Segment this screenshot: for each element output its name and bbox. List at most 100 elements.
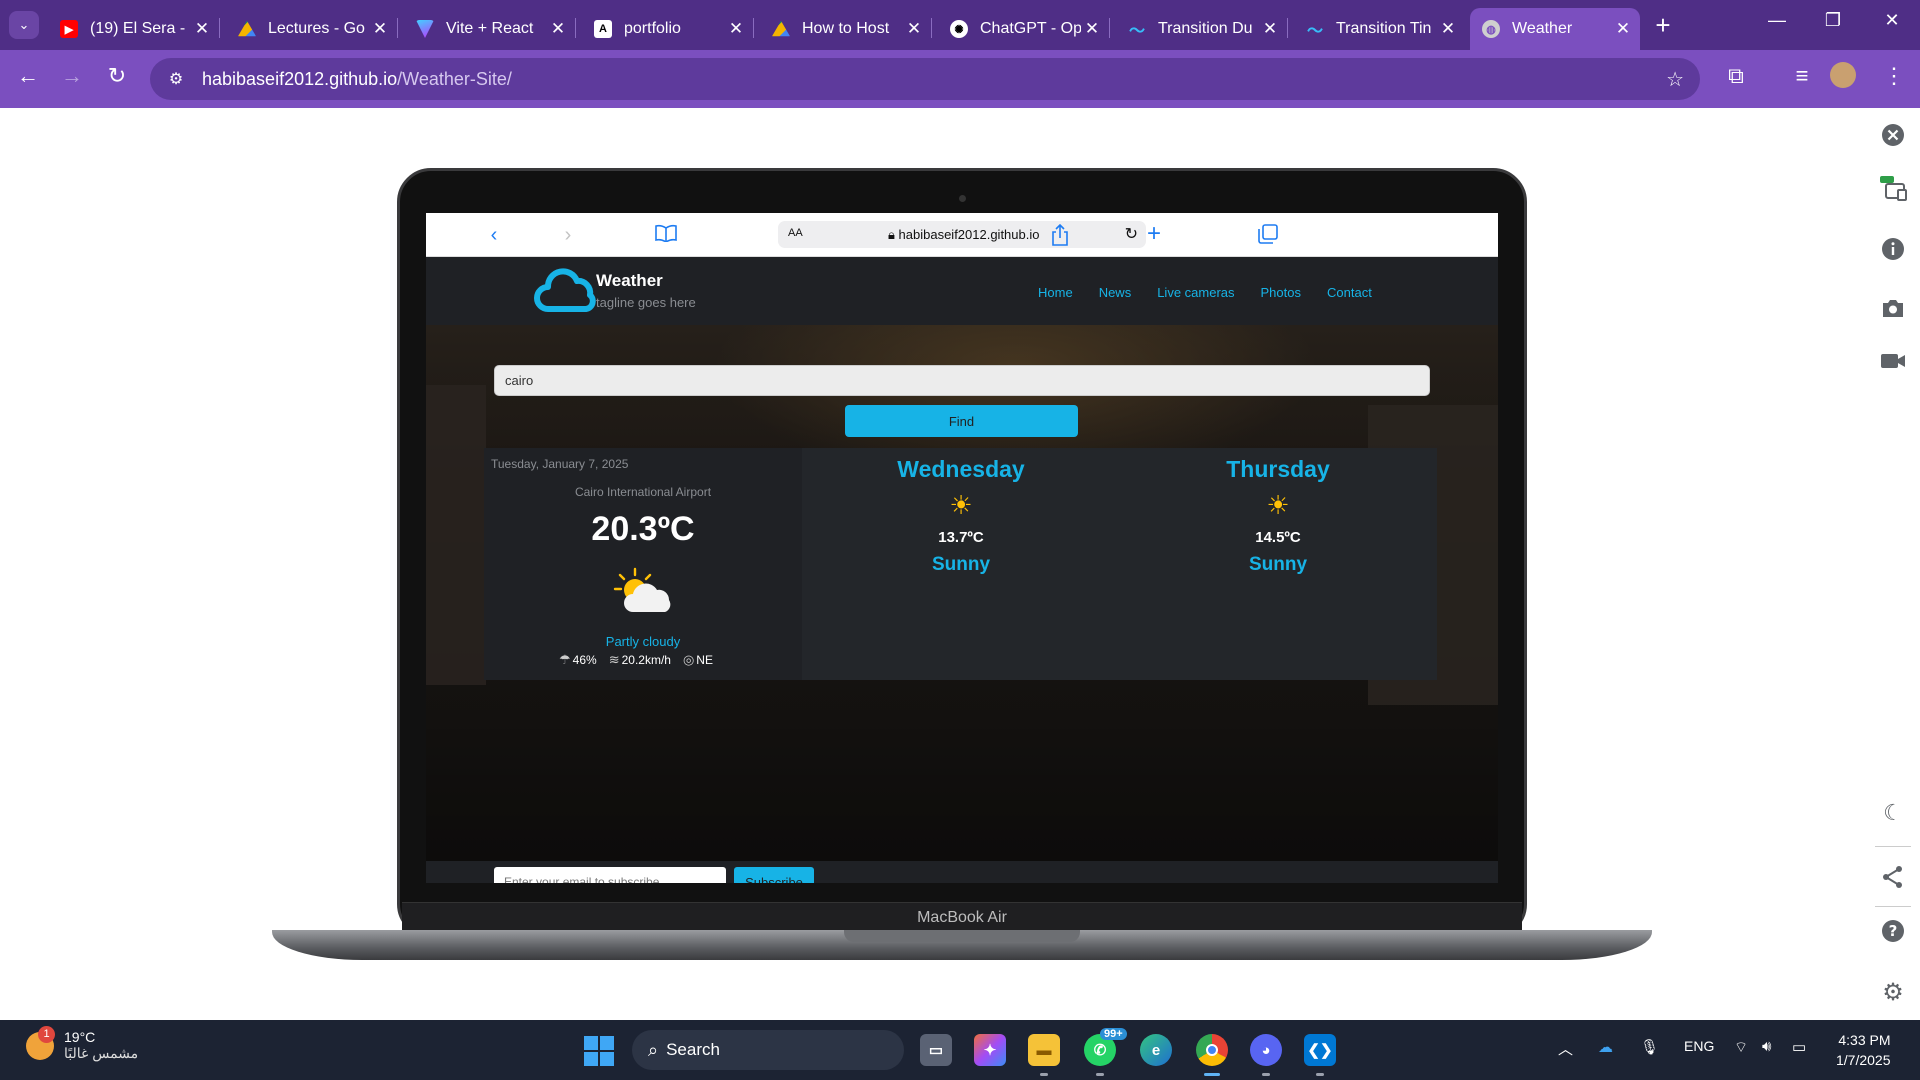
copilot-icon[interactable]: ✦ [974, 1034, 1006, 1066]
close-icon[interactable]: ✕ [1259, 19, 1281, 39]
safari-address-bar[interactable]: AA 🔒︎ habibaseif2012.github.io ↻ [778, 221, 1146, 248]
task-view-icon[interactable]: ▭ [920, 1034, 952, 1066]
close-window-button[interactable]: ✕ [1872, 10, 1912, 31]
safari-share-icon[interactable] [1048, 223, 1072, 251]
safari-reload-icon[interactable]: ↻ [1125, 224, 1138, 244]
close-icon[interactable]: ✕ [1081, 19, 1103, 39]
tab-title: (19) El Sera - [90, 20, 186, 37]
nav-home[interactable]: Home [1038, 285, 1073, 300]
profile-avatar[interactable] [1830, 62, 1856, 88]
bookmarks-icon[interactable] [654, 224, 678, 247]
site-brand[interactable]: Weather [596, 271, 663, 291]
help-icon[interactable]: ? [1878, 918, 1908, 948]
safari-back-icon[interactable]: ‹ [482, 224, 506, 247]
tab-search-button[interactable]: ⌄ [9, 11, 39, 39]
bookmark-star-icon[interactable]: ☆ [1666, 67, 1684, 92]
language-indicator[interactable]: ENG [1684, 1038, 1714, 1054]
device-toolbar-icon[interactable] [1878, 174, 1908, 204]
camera-icon[interactable] [1878, 296, 1908, 326]
new-tab-button[interactable]: + [1648, 10, 1678, 41]
extensions-icon[interactable]: ⧉ [1720, 63, 1752, 89]
tab-how-to-host[interactable]: How to Host ✕ [760, 8, 932, 50]
nav-contact[interactable]: Contact [1327, 285, 1372, 300]
close-icon[interactable]: ✕ [725, 19, 747, 39]
back-icon[interactable]: ← [12, 63, 44, 89]
safari-new-tab-icon[interactable]: + [1142, 220, 1166, 248]
tab-vite[interactable]: Vite + React ✕ [404, 8, 576, 50]
tab-transition-timing[interactable]: 〜 Transition Tin ✕ [1294, 8, 1465, 50]
share-icon[interactable] [1878, 864, 1908, 894]
close-icon[interactable]: ✕ [191, 19, 213, 39]
tab-weather[interactable]: ◍ Weather ✕ [1470, 8, 1640, 50]
close-icon[interactable]: ✕ [369, 19, 391, 39]
address-bar[interactable]: ⚙ habibaseif2012.github.io/Weather-Site/… [150, 58, 1700, 100]
edge-icon[interactable]: e [1140, 1034, 1172, 1066]
file-explorer-icon[interactable]: ▬ [1028, 1034, 1060, 1076]
chatgpt-icon: ✺ [950, 20, 968, 38]
whatsapp-icon[interactable]: ✆ 99+ [1084, 1028, 1127, 1076]
close-icon[interactable]: ✕ [547, 19, 569, 39]
minimize-button[interactable]: — [1757, 10, 1797, 31]
nav-news[interactable]: News [1099, 285, 1132, 300]
sun-icon: ☀ [949, 490, 973, 520]
cloud-logo-icon[interactable] [534, 267, 598, 315]
vscode-icon[interactable]: ❮❯ [1304, 1034, 1336, 1076]
discord-icon[interactable]: ◕ [1250, 1034, 1282, 1076]
tab-transition-duration[interactable]: 〜 Transition Du ✕ [1116, 8, 1288, 50]
subscribe-button[interactable]: Subscribe [734, 867, 814, 883]
show-hidden-icons[interactable]: ︿ [1558, 1038, 1573, 1059]
close-icon[interactable]: ✕ [903, 19, 925, 39]
tab-title: Vite + React [446, 20, 534, 37]
clock-time: 4:33 PM [1838, 1032, 1891, 1048]
windows-taskbar: 1 19°C مشمس غالبًا ⌕ Search ▭ ✦ ▬ ✆ 99+ … [0, 1020, 1920, 1080]
safari-domain: habibaseif2012.github.io [898, 227, 1040, 242]
restore-button[interactable]: ❐ [1813, 10, 1853, 31]
forward-icon[interactable]: → [56, 63, 88, 89]
video-camera-icon[interactable] [1878, 350, 1908, 380]
close-icon[interactable]: ✕ [1437, 19, 1459, 39]
tab-lectures[interactable]: Lectures - Go ✕ [226, 8, 398, 50]
safari-toolbar: ‹ › AA 🔒︎ habibaseif2012.github.io ↻ + [426, 213, 1498, 257]
find-button[interactable]: Find [845, 405, 1078, 437]
tab-portfolio[interactable]: A portfolio ✕ [582, 8, 754, 50]
safari-tabs-icon[interactable] [1256, 224, 1280, 250]
chrome-icon[interactable] [1196, 1034, 1228, 1076]
forecast-day-name: Wednesday [897, 456, 1025, 482]
nav-live-cameras[interactable]: Live cameras [1157, 285, 1234, 300]
browser-toolbar: ← → ↻ ⚙ habibaseif2012.github.io/Weather… [0, 50, 1920, 108]
tab-youtube[interactable]: ▶ (19) El Sera - ✕ [48, 8, 220, 50]
system-clock[interactable]: 4:33 PM 1/7/2025 [1836, 1030, 1891, 1070]
hero-section: Find Tuesday, January 7, 2025 Cairo Inte… [426, 325, 1498, 861]
forecast-day-card: Thursday ☀ 14.5ºC Sunny [1119, 448, 1437, 680]
windows-start-icon[interactable] [584, 1036, 614, 1066]
site-info-icon[interactable]: ⚙ [156, 69, 196, 89]
subscribe-email-input[interactable] [494, 867, 726, 883]
nav-photos[interactable]: Photos [1261, 285, 1301, 300]
close-icon[interactable]: ✕ [1612, 19, 1634, 39]
whatsapp-badge: 99+ [1100, 1028, 1127, 1040]
forecast-day-card: Wednesday ☀ 13.7ºC Sunny [802, 448, 1120, 680]
tab-strip: ⌄ ▶ (19) El Sera - ✕ Lectures - Go ✕ Vit… [0, 0, 1920, 50]
info-icon[interactable] [1878, 236, 1908, 266]
tab-chatgpt[interactable]: ✺ ChatGPT - Op ✕ [938, 8, 1110, 50]
drive-icon [772, 20, 790, 37]
microphone-icon[interactable]: 🎙︎ [1640, 1038, 1659, 1056]
taskbar-search-label: Search [666, 1040, 720, 1059]
city-search-input[interactable] [494, 365, 1430, 396]
onedrive-icon[interactable]: ☁ [1598, 1038, 1613, 1056]
settings-gear-icon[interactable]: ⚙ [1878, 978, 1908, 1008]
subscribe-footer: Subscribe [426, 861, 1498, 883]
url-path: /Weather-Site/ [397, 68, 512, 89]
close-panel-icon[interactable] [1878, 122, 1908, 152]
battery-icon[interactable]: ▭ [1792, 1038, 1806, 1056]
menu-icon[interactable]: ⋮ [1878, 63, 1910, 89]
media-control-icon[interactable]: ≡ [1786, 63, 1818, 89]
volume-icon[interactable]: 🔊︎ [1762, 1038, 1771, 1055]
dark-mode-icon[interactable]: ☾ [1878, 800, 1908, 830]
taskbar-search[interactable]: ⌕ Search [632, 1030, 904, 1070]
reload-icon[interactable]: ↻ [101, 63, 133, 89]
wifi-icon[interactable]: ⌔ [1734, 1038, 1748, 1057]
safari-forward-icon[interactable]: › [556, 224, 580, 247]
reader-aa-button[interactable]: AA [788, 227, 803, 239]
weather-widget[interactable]: 1 19°C مشمس غالبًا [26, 1025, 138, 1062]
